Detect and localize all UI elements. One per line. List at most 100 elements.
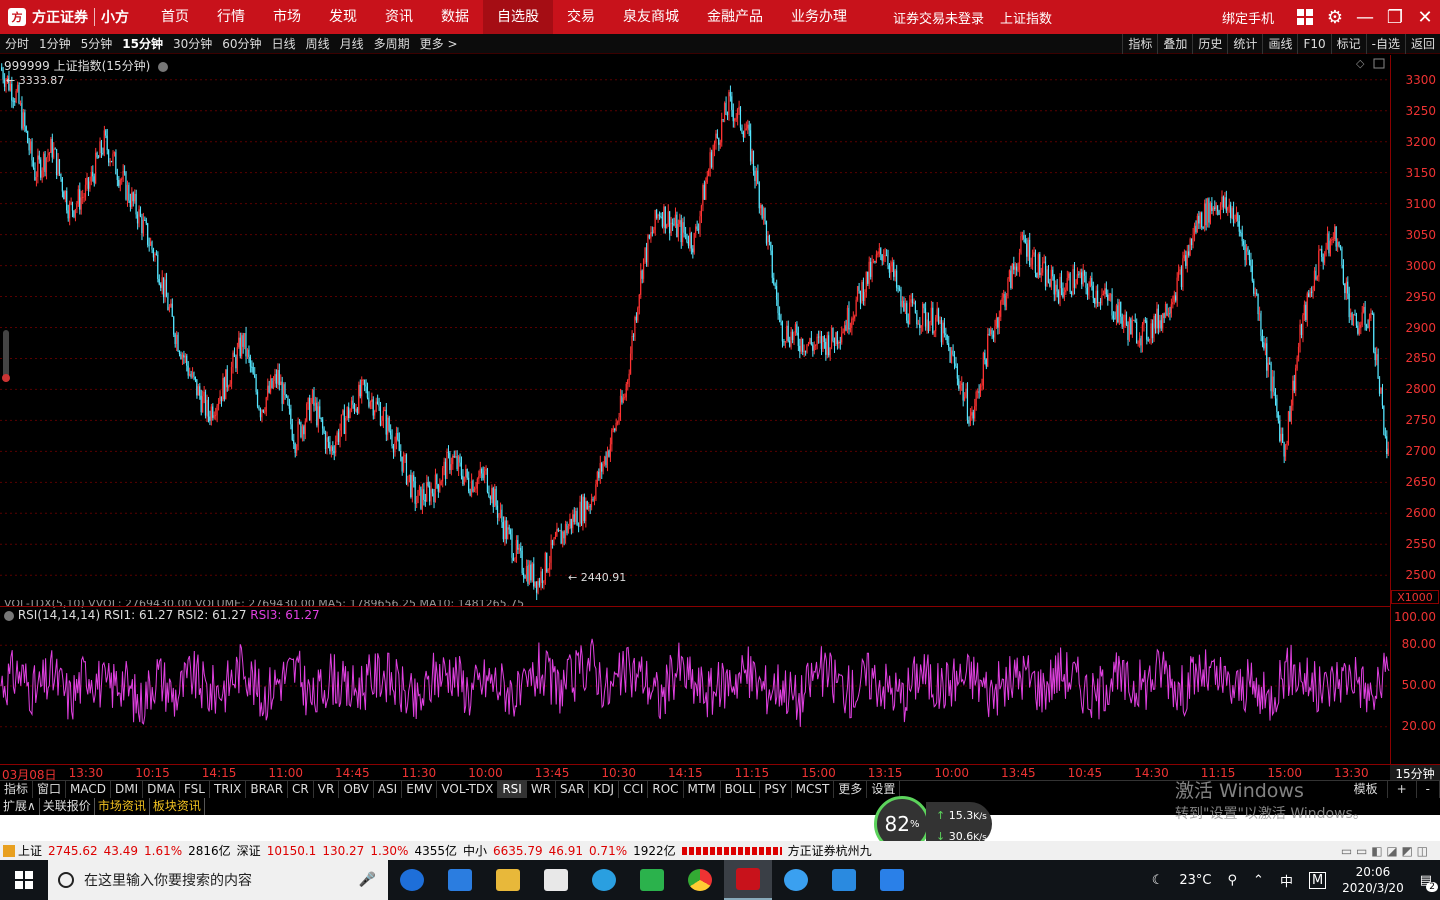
indicator-tab[interactable]: 窗口 xyxy=(33,781,67,798)
nav-item[interactable]: 行情 xyxy=(203,0,259,34)
store-icon[interactable] xyxy=(436,860,484,900)
grid-icon[interactable] xyxy=(1290,0,1320,34)
nav-item[interactable]: 业务办理 xyxy=(777,0,861,34)
indicator-tab[interactable]: PSY xyxy=(760,781,792,798)
chart-tool-button[interactable]: 画线 xyxy=(1262,34,1297,54)
login-status[interactable]: 证券交易未登录 xyxy=(893,8,984,27)
windows-start-icon[interactable] xyxy=(0,860,48,900)
notification-icon[interactable]: ▤ 2 xyxy=(1420,873,1438,892)
indicator-right-button[interactable]: + xyxy=(1388,781,1417,798)
chart-tool-button[interactable]: 返回 xyxy=(1404,34,1440,54)
volume-slider[interactable] xyxy=(2,330,10,382)
period-tab[interactable]: 月线 xyxy=(335,35,369,52)
close-icon[interactable]: ✕ xyxy=(1410,0,1440,34)
period-tab[interactable]: 1分钟 xyxy=(34,35,76,52)
sub-tab[interactable]: 板块资讯 xyxy=(150,798,205,815)
index-name-link[interactable]: 上证指数 xyxy=(1000,8,1052,27)
rsi-settings-icon[interactable] xyxy=(4,610,14,621)
indicator-tab[interactable]: OBV xyxy=(339,781,374,798)
chart-tool-button[interactable]: 指标 xyxy=(1122,34,1157,54)
indicator-tab[interactable]: DMA xyxy=(143,781,180,798)
period-tab[interactable]: 15分钟 xyxy=(117,35,168,52)
mail-icon[interactable] xyxy=(532,860,580,900)
indicator-tab[interactable]: TRIX xyxy=(210,781,247,798)
period-tab[interactable]: 周线 xyxy=(301,35,335,52)
indicator-tab[interactable]: KDJ xyxy=(589,781,620,798)
indicator-tab[interactable]: 更多 xyxy=(834,781,868,798)
nav-item[interactable]: 交易 xyxy=(553,0,609,34)
period-label[interactable]: 15分钟 xyxy=(1390,765,1440,781)
wps-icon[interactable] xyxy=(868,860,916,900)
indicator-tab[interactable]: SAR xyxy=(556,781,590,798)
nav-item[interactable]: 泉友商城 xyxy=(609,0,693,34)
nav-item[interactable]: 金融产品 xyxy=(693,0,777,34)
chart-tool-button[interactable]: 历史 xyxy=(1192,34,1227,54)
weather-moon-icon[interactable]: ☾ xyxy=(1152,873,1164,888)
file-explorer-icon[interactable] xyxy=(484,860,532,900)
phone-icon[interactable] xyxy=(820,860,868,900)
nav-item[interactable]: 自选股 xyxy=(483,0,553,34)
period-tab[interactable]: 日线 xyxy=(267,35,301,52)
indicator-tab[interactable]: MCST xyxy=(792,781,835,798)
chevron-up-icon[interactable]: ⌃ xyxy=(1253,873,1264,888)
chart-tool-button[interactable]: F10 xyxy=(1297,34,1330,54)
restore-icon[interactable]: ❐ xyxy=(1380,0,1410,34)
period-tab[interactable]: 多周期 xyxy=(369,35,415,52)
indicator-tab[interactable]: CCI xyxy=(619,781,649,798)
indicator-tab[interactable]: VR xyxy=(314,781,340,798)
wechat-icon[interactable] xyxy=(628,860,676,900)
indicator-tab[interactable]: DMI xyxy=(111,781,144,798)
nav-item[interactable]: 资讯 xyxy=(371,0,427,34)
period-tab[interactable]: 60分钟 xyxy=(217,35,266,52)
chart-tool-button[interactable]: 标记 xyxy=(1330,34,1366,54)
taskbar-search[interactable]: 在这里输入你要搜索的内容 🎤 xyxy=(48,860,388,900)
people-icon[interactable]: ⚲ xyxy=(1228,873,1238,888)
indicator-tab[interactable]: CR xyxy=(288,781,314,798)
ime-indicator[interactable]: 中 xyxy=(1280,871,1293,890)
period-tab[interactable]: 30分钟 xyxy=(168,35,217,52)
indicator-tab[interactable]: MACD xyxy=(66,781,112,798)
price-chart-svg[interactable]: ◇ xyxy=(0,55,1390,600)
indicator-tab[interactable]: 指标 xyxy=(0,781,34,798)
ime-mode-icon[interactable]: M xyxy=(1308,871,1327,889)
minimize-icon[interactable]: — xyxy=(1350,0,1380,34)
chart-tool-button[interactable]: -自选 xyxy=(1365,34,1405,54)
nav-item[interactable]: 市场 xyxy=(259,0,315,34)
indicator-tab[interactable]: VOL-TDX xyxy=(437,781,499,798)
bind-phone-link[interactable]: 绑定手机 xyxy=(1222,8,1274,27)
gear-icon[interactable]: ⚙ xyxy=(1320,0,1350,34)
sub-tab[interactable]: 市场资讯 xyxy=(95,798,150,815)
indicator-tab[interactable]: MTM xyxy=(684,781,721,798)
chrome-icon[interactable] xyxy=(676,860,724,900)
period-tab[interactable]: 分时 xyxy=(0,35,34,52)
indicator-tab[interactable]: BOLL xyxy=(721,781,761,798)
indicator-tab[interactable]: ASI xyxy=(374,781,403,798)
main-chart[interactable]: ◇ 999999 上证指数(15分钟) ← 3333.87 ← 2440.91 xyxy=(0,55,1390,600)
sub-tab[interactable]: 关联报价 xyxy=(40,798,95,815)
temperature[interactable]: 23°C xyxy=(1179,873,1211,888)
sub-tab[interactable]: 扩展∧ xyxy=(0,798,40,815)
nav-item[interactable]: 首页 xyxy=(147,0,203,34)
microphone-icon[interactable]: 🎤 xyxy=(359,872,376,888)
feishu-icon[interactable] xyxy=(772,860,820,900)
indicator-tab[interactable]: ROC xyxy=(648,781,684,798)
indicator-tab[interactable]: EMV xyxy=(402,781,438,798)
chart-tool-button[interactable]: 叠加 xyxy=(1157,34,1192,54)
edge-icon[interactable] xyxy=(388,860,436,900)
founder-securities-icon[interactable] xyxy=(724,860,772,900)
indicator-tab[interactable]: RSI xyxy=(498,781,527,798)
system-clock[interactable]: 20:06 2020/3/20 xyxy=(1342,864,1404,896)
ie-icon[interactable] xyxy=(580,860,628,900)
rsi-panel[interactable]: RSI(14,14,14) RSI1: 61.27 RSI2: 61.27 RS… xyxy=(0,606,1390,764)
indicator-tab[interactable]: BRAR xyxy=(246,781,289,798)
indicator-tab[interactable]: WR xyxy=(527,781,557,798)
settings-circle-icon[interactable] xyxy=(158,61,169,72)
nav-item[interactable]: 数据 xyxy=(427,0,483,34)
nav-item[interactable]: 发现 xyxy=(315,0,371,34)
chart-tool-button[interactable]: 统计 xyxy=(1227,34,1262,54)
indicator-right-button[interactable]: - xyxy=(1417,781,1440,798)
period-tab[interactable]: 5分钟 xyxy=(76,35,118,52)
slider-knob[interactable] xyxy=(2,374,10,382)
rsi-chart-svg[interactable] xyxy=(0,607,1390,764)
indicator-tab[interactable]: FSL xyxy=(180,781,210,798)
